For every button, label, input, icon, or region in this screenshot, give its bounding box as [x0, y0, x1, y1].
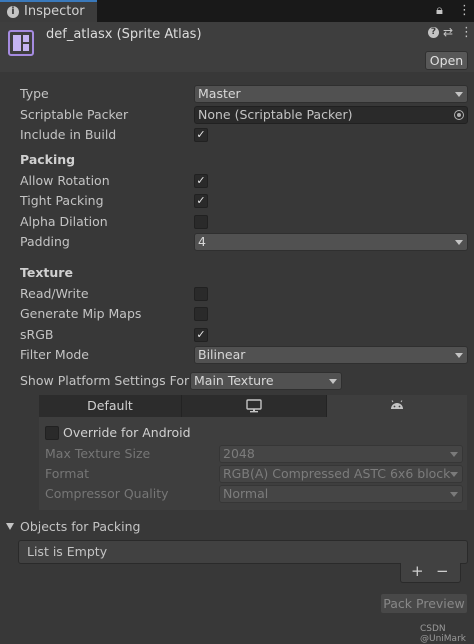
- platform-settings-value: Main Texture: [194, 373, 274, 388]
- tight-packing-checkbox[interactable]: ✓: [194, 194, 208, 208]
- alpha-dilation-checkbox[interactable]: [194, 215, 208, 229]
- max-texture-size-value: 2048: [223, 446, 255, 461]
- monitor-icon: [246, 399, 262, 413]
- format-value: RGB(A) Compressed ASTC 6x6 block: [223, 466, 451, 481]
- override-android-checkbox[interactable]: [45, 426, 59, 440]
- scriptable-packer-label: Scriptable Packer: [20, 107, 129, 122]
- add-item-button[interactable]: +: [411, 562, 424, 580]
- packing-heading: Packing: [20, 152, 76, 167]
- scriptable-packer-field[interactable]: None (Scriptable Packer): [194, 106, 468, 124]
- platform-settings-label: Show Platform Settings For: [20, 373, 190, 388]
- tab-android[interactable]: [327, 395, 467, 417]
- srgb-checkbox[interactable]: ✓: [194, 328, 208, 342]
- read-write-label: Read/Write: [20, 286, 89, 301]
- padding-label: Padding: [20, 234, 70, 249]
- chevron-down-icon: [450, 452, 458, 457]
- help-icon[interactable]: ?: [428, 27, 439, 38]
- filter-mode-value: Bilinear: [198, 347, 246, 362]
- inspector-tab[interactable]: i Inspector: [0, 0, 97, 22]
- compressor-quality-dropdown[interactable]: Normal: [219, 485, 463, 503]
- tab-label: Inspector: [24, 4, 85, 19]
- compressor-quality-value: Normal: [223, 486, 269, 501]
- generate-mip-maps-checkbox[interactable]: [194, 307, 208, 321]
- kebab-menu-icon[interactable]: ⋮: [460, 25, 473, 40]
- texture-heading: Texture: [20, 265, 73, 280]
- tight-packing-label: Tight Packing: [20, 193, 104, 208]
- kebab-menu-icon[interactable]: ⋮: [458, 3, 471, 18]
- srgb-label: sRGB: [20, 327, 54, 342]
- allow-rotation-label: Allow Rotation: [20, 173, 110, 188]
- format-label: Format: [45, 466, 90, 481]
- filter-mode-label: Filter Mode: [20, 347, 89, 362]
- alpha-dilation-label: Alpha Dilation: [20, 214, 108, 229]
- chevron-down-icon: [450, 472, 458, 477]
- include-in-build-checkbox[interactable]: ✓: [194, 128, 208, 142]
- override-android-label: Override for Android: [63, 425, 191, 440]
- tab-default[interactable]: Default: [39, 395, 182, 417]
- generate-mip-maps-label: Generate Mip Maps: [20, 306, 142, 321]
- padding-value: 4: [198, 234, 206, 249]
- objects-for-packing-heading[interactable]: Objects for Packing: [20, 519, 140, 534]
- type-dropdown[interactable]: Master: [194, 85, 468, 103]
- chevron-down-icon: [329, 379, 337, 384]
- watermark: CSDN @UniMark: [420, 624, 466, 644]
- chevron-down-icon: [455, 353, 463, 358]
- remove-item-button[interactable]: −: [436, 562, 449, 580]
- chevron-down-icon: [450, 492, 458, 497]
- allow-rotation-checkbox[interactable]: ✓: [194, 174, 208, 188]
- chevron-down-icon: [455, 240, 463, 245]
- max-texture-size-dropdown[interactable]: 2048: [219, 445, 463, 463]
- objects-list: List is Empty: [18, 540, 468, 564]
- type-label: Type: [20, 86, 49, 101]
- asset-title: def_atlasx (Sprite Atlas): [46, 27, 202, 42]
- info-icon: i: [7, 6, 19, 18]
- list-footer: + −: [400, 562, 461, 583]
- max-texture-size-label: Max Texture Size: [45, 446, 151, 461]
- filter-mode-dropdown[interactable]: Bilinear: [194, 346, 468, 364]
- open-button[interactable]: Open: [425, 51, 468, 70]
- presets-icon[interactable]: ⇄: [443, 25, 453, 39]
- object-picker-icon[interactable]: [454, 110, 464, 120]
- scriptable-packer-value: None (Scriptable Packer): [198, 107, 353, 122]
- chevron-down-icon: [455, 92, 463, 97]
- platform-settings-dropdown[interactable]: Main Texture: [190, 372, 342, 390]
- sprite-atlas-icon: [8, 30, 34, 56]
- tab-default-label: Default: [87, 398, 133, 413]
- foldout-arrow-icon[interactable]: [6, 523, 14, 530]
- lock-icon[interactable]: 🔒︎: [436, 3, 443, 18]
- padding-dropdown[interactable]: 4: [194, 233, 468, 251]
- format-dropdown[interactable]: RGB(A) Compressed ASTC 6x6 block: [219, 465, 463, 483]
- read-write-checkbox[interactable]: [194, 287, 208, 301]
- type-value: Master: [198, 86, 241, 101]
- android-icon: [391, 400, 403, 409]
- list-empty-text: List is Empty: [27, 544, 108, 559]
- include-in-build-label: Include in Build: [20, 127, 117, 142]
- platform-tabs: Default: [39, 395, 467, 417]
- compressor-quality-label: Compressor Quality: [45, 486, 169, 501]
- pack-preview-button[interactable]: Pack Preview: [380, 593, 468, 614]
- tab-standalone[interactable]: [182, 395, 327, 417]
